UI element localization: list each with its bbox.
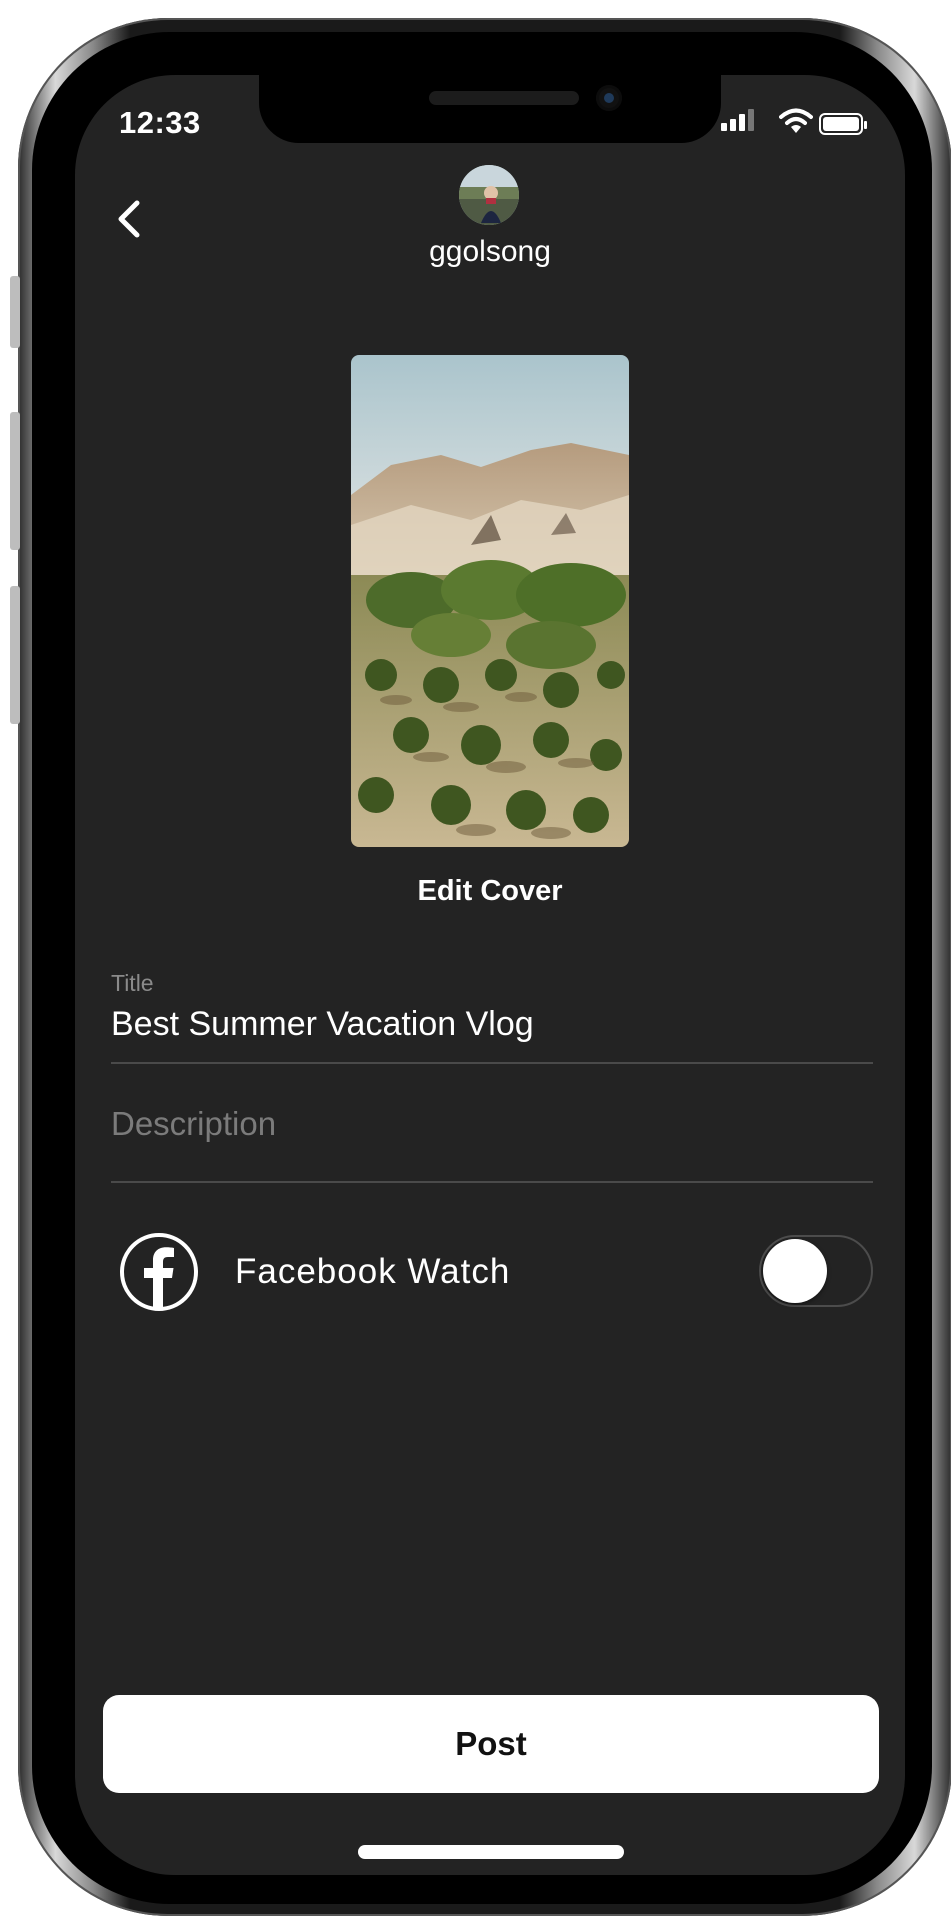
post-button[interactable]: Post xyxy=(103,1695,879,1793)
volume-down-button xyxy=(10,586,20,724)
status-time: 12:33 xyxy=(119,105,201,140)
front-camera xyxy=(596,85,622,111)
status-icons xyxy=(721,105,871,141)
title-label: Title xyxy=(111,970,154,996)
silent-switch xyxy=(10,276,20,348)
notch xyxy=(259,75,721,143)
description-input[interactable] xyxy=(111,1105,871,1143)
facebook-watch-label: Facebook Watch xyxy=(235,1252,511,1291)
username[interactable]: ggolsong xyxy=(75,235,905,269)
toggle-knob xyxy=(763,1239,827,1303)
cover-thumbnail[interactable] xyxy=(351,355,629,847)
title-field[interactable]: Title Best Summer Vacation Vlog xyxy=(111,970,871,1044)
home-indicator[interactable] xyxy=(358,1845,624,1859)
avatar[interactable] xyxy=(459,165,519,225)
description-divider xyxy=(111,1181,873,1183)
battery-icon xyxy=(819,113,867,135)
speaker-grille xyxy=(429,91,579,105)
description-field[interactable] xyxy=(111,1105,871,1143)
facebook-watch-toggle[interactable] xyxy=(759,1235,873,1307)
wifi-icon xyxy=(779,108,813,133)
volume-up-button xyxy=(10,412,20,550)
title-value[interactable]: Best Summer Vacation Vlog xyxy=(111,1005,871,1044)
edit-cover-button[interactable]: Edit Cover xyxy=(75,875,905,908)
title-divider xyxy=(111,1062,873,1064)
app-screen: 12:33 ggolsong Edit Cover Title Best Sum… xyxy=(75,75,905,1875)
facebook-icon xyxy=(120,1233,198,1311)
